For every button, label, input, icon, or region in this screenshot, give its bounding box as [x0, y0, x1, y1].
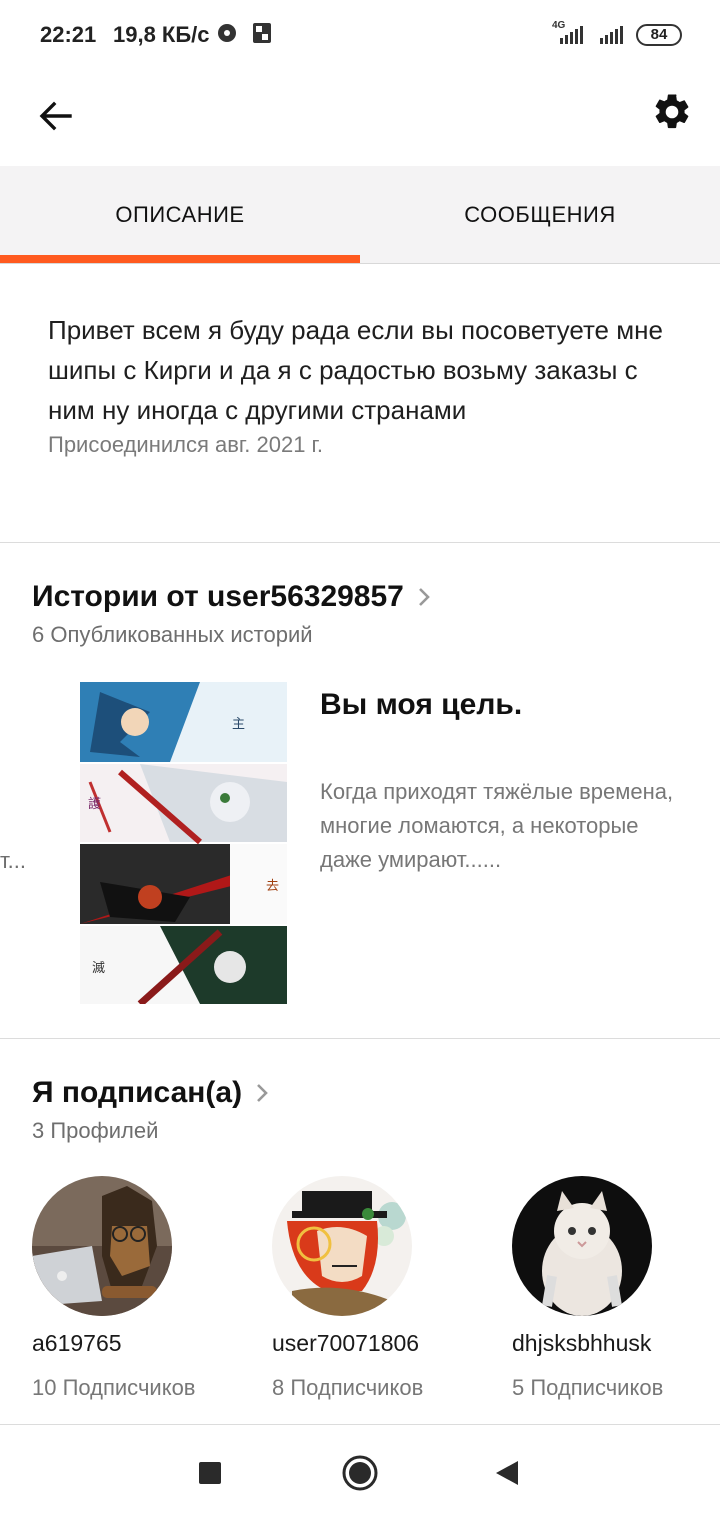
- stories-header[interactable]: Истории от user56329857: [32, 580, 434, 614]
- following-list: a619765 10 Подписчиков user70071806 8 По…: [0, 1176, 720, 1406]
- profile-name[interactable]: a619765: [32, 1330, 272, 1357]
- status-time: 22:21: [40, 22, 97, 47]
- svg-text:主: 主: [232, 717, 245, 732]
- following-title: Я подписан(а): [32, 1076, 243, 1109]
- profile-tabs: ОПИСАНИЕ СООБЩЕНИЯ: [0, 166, 720, 264]
- status-bar: 22:21 19,8 КБ/с 4G 84: [0, 0, 720, 70]
- following-header[interactable]: Я подписан(а): [32, 1076, 272, 1110]
- home-button[interactable]: [335, 1448, 385, 1498]
- divider: [0, 1038, 720, 1039]
- following-count: 3 Профилей: [32, 1118, 159, 1143]
- divider: [0, 1424, 720, 1425]
- profile-name[interactable]: dhjsksbhhusk: [512, 1330, 720, 1357]
- profile-followers: 8 Подписчиков: [272, 1375, 424, 1400]
- stories-count: 6 Опубликованных историй: [32, 622, 313, 647]
- avatar[interactable]: [512, 1176, 652, 1316]
- divider: [0, 542, 720, 543]
- arrow-left-icon: [39, 101, 72, 131]
- tab-messages[interactable]: СООБЩЕНИЯ: [360, 166, 720, 264]
- gear-icon: [655, 94, 689, 129]
- status-speed: 19,8 КБ/с: [113, 22, 210, 47]
- chevron-right-icon: [418, 588, 430, 606]
- svg-text:滅: 滅: [92, 961, 105, 976]
- svg-text:去: 去: [266, 879, 279, 894]
- back-button[interactable]: [30, 90, 82, 142]
- back-nav-button[interactable]: [482, 1448, 532, 1498]
- profile-name[interactable]: user70071806: [272, 1330, 512, 1357]
- avatar[interactable]: [32, 1176, 172, 1316]
- translate-icon: [252, 22, 272, 49]
- settings-button[interactable]: [646, 86, 698, 138]
- signal-icon-2: [600, 22, 623, 44]
- battery-indicator: 84: [636, 24, 682, 46]
- story-blurb: Когда приходят тяжёлые времена, многие л…: [320, 779, 674, 872]
- circle-icon: [342, 1455, 378, 1491]
- profile-description: Привет всем я буду рада если вы посовету…: [48, 315, 663, 425]
- square-icon: [199, 1462, 221, 1484]
- profile-card[interactable]: dhjsksbhhusk 5 Подписчиков: [512, 1176, 720, 1401]
- triangle-back-icon: [496, 1461, 518, 1485]
- recents-button[interactable]: [185, 1448, 235, 1498]
- svg-text:護: 護: [88, 796, 101, 812]
- chevron-right-icon: [257, 1084, 268, 1102]
- data-saver-icon: [216, 22, 238, 49]
- profile-card[interactable]: user70071806 8 Подписчиков: [272, 1176, 512, 1401]
- system-navigation-bar: [0, 1426, 720, 1520]
- profile-followers: 5 Подписчиков: [512, 1375, 664, 1400]
- signal-icon-1: [560, 22, 583, 44]
- joined-date: Присоединился авг. 2021 г.: [48, 432, 323, 457]
- tab-description[interactable]: ОПИСАНИЕ: [0, 166, 360, 264]
- toolbar: [0, 70, 720, 166]
- profile-card[interactable]: a619765 10 Подписчиков: [32, 1176, 272, 1401]
- stories-title: Истории от user56329857: [32, 580, 404, 613]
- avatar[interactable]: [272, 1176, 412, 1316]
- story-cover[interactable]: 主 護 去 滅: [80, 682, 287, 1004]
- story-title[interactable]: Вы моя цель.: [320, 688, 522, 722]
- previous-story-peek[interactable]: т...: [0, 848, 26, 874]
- story-cover-image: 主 護 去 滅: [80, 682, 287, 1004]
- profile-followers: 10 Подписчиков: [32, 1375, 196, 1400]
- tab-active-indicator: [0, 255, 360, 263]
